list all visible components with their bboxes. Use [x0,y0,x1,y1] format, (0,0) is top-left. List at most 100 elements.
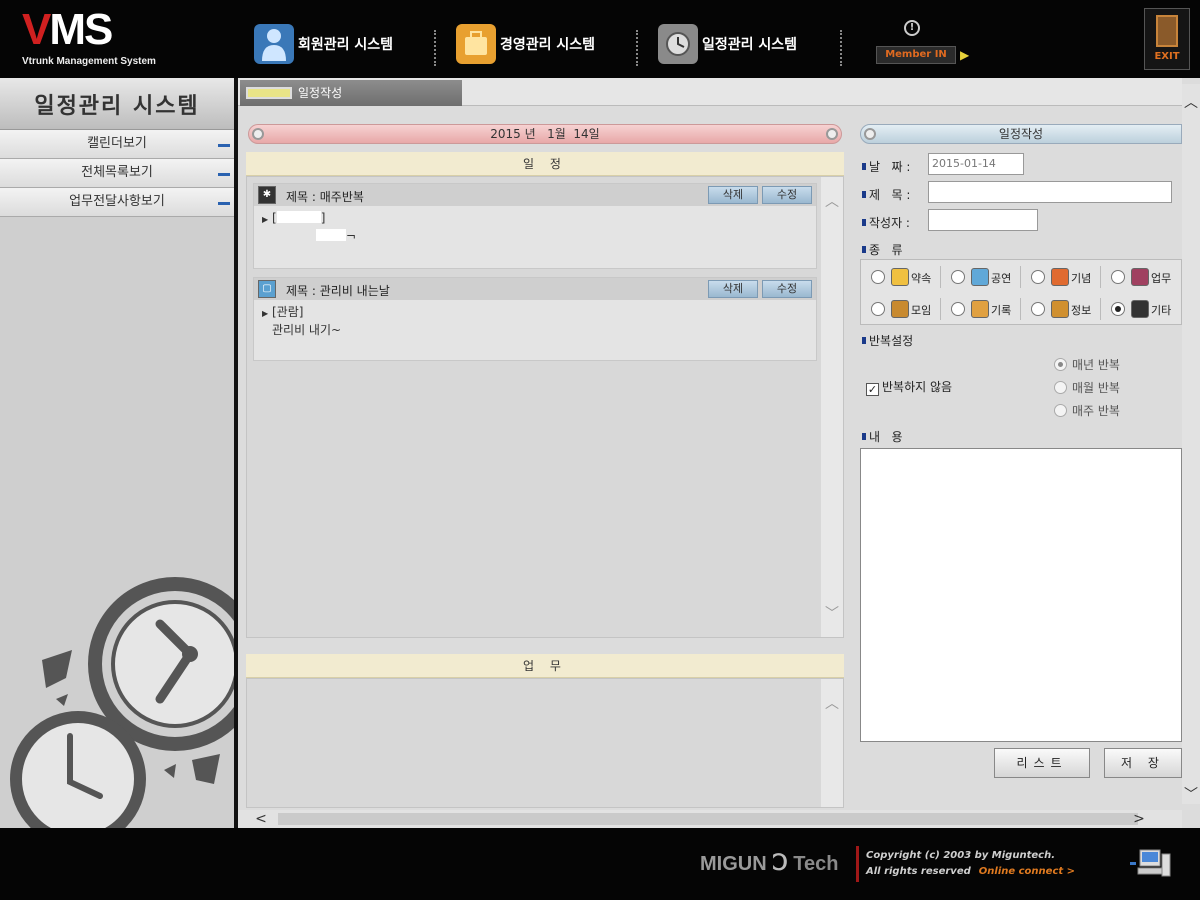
author-field[interactable] [928,209,1038,231]
dash-icon [218,144,230,147]
scroll-up-icon[interactable]: ︿ [821,191,843,211]
radio-button[interactable] [1031,270,1045,284]
schedule-scrollbar[interactable]: ︿ ﹀ [821,177,843,637]
scroll-down-icon[interactable]: ﹀ [1182,786,1200,804]
scrollbar-thumb[interactable] [278,813,1138,825]
bullet-square-icon [862,219,866,226]
radio-button[interactable] [871,270,885,284]
radio-button[interactable] [871,302,885,316]
tab-chip-icon [246,87,292,99]
work-list[interactable]: ︿ [246,678,844,808]
author-label-text: 작성자 : [869,216,910,230]
schedule-list[interactable]: ︿ ﹀ ✱ 제목 : 매주반복 삭제 수정 ▶[] ¬ ▢ 제목 : 관리비 내… [246,176,844,638]
kind-option-anniversary[interactable]: 기념 [1021,262,1101,292]
save-button[interactable]: 저 장 [1104,748,1182,778]
tab-label: 일정작성 [298,86,343,100]
sidebar-item-label: 캘린더보기 [87,136,147,151]
entry-content: 관리비 내기~ [272,323,342,337]
schedule-entry: ✱ 제목 : 매주반복 삭제 수정 ▶[] ¬ [253,183,817,269]
work-icon [1131,268,1149,286]
title-label: 제 목 : [862,186,910,203]
radio-button[interactable] [951,270,965,284]
computer-icon[interactable] [1128,848,1172,880]
main-horizontal-scrollbar[interactable]: < > [238,810,1182,828]
entry-body: ▶ [관람] 관리비 내기~ [254,300,816,344]
radio-button[interactable] [1054,404,1067,417]
edit-button[interactable]: 수정 [762,186,812,204]
radio-button[interactable] [1054,358,1067,371]
schedule-entry: ▢ 제목 : 관리비 내는날 삭제 수정 ▶ [관람] 관리비 내기~ [253,277,817,361]
scroll-right-icon[interactable]: > [1130,810,1148,828]
nav-business-management[interactable]: 경영관리 시스템 [456,22,595,66]
nav-member-management[interactable]: 회원관리 시스템 [254,22,393,66]
repeat-weekly-option[interactable]: 매주 반복 [1054,402,1120,419]
nav-schedule-management[interactable]: 일정관리 시스템 [658,22,797,66]
radio-button[interactable] [1111,302,1125,316]
kind-label: 기념 [1071,272,1092,285]
schedule-management-icon [658,24,698,64]
delete-button[interactable]: 삭제 [708,186,758,204]
scroll-down-icon[interactable]: ﹀ [821,603,843,623]
brand-tech: Tech [793,853,839,875]
kind-option-other[interactable]: 기타 [1101,294,1181,324]
repeat-monthly-option[interactable]: 매월 반복 [1054,379,1120,396]
kind-selector: 약속 공연 기념 업무 모임 기록 정보 기타 [860,259,1182,325]
author-label: 작성자 : [862,214,910,231]
logo-mark: VMS [22,5,113,54]
cap-icon [252,128,264,140]
entry-body: ▶[] ¬ [254,206,816,250]
no-repeat-checkbox[interactable]: ✓ 반복하지 않음 [866,378,952,396]
schedule-section-header: 일 정 [246,152,844,176]
exit-label: EXIT [1154,51,1180,62]
scroll-up-icon[interactable]: ︿ [821,693,843,713]
kind-option-performance[interactable]: 공연 [941,262,1021,292]
scroll-up-icon[interactable]: ︿ [1182,94,1200,112]
dash-icon [218,173,230,176]
delete-button[interactable]: 삭제 [708,280,758,298]
sidebar-item-label: 전체목록보기 [81,165,153,180]
sidebar-item-work-notices[interactable]: 업무전달사항보기 [0,188,234,217]
content-textarea[interactable] [860,448,1182,742]
online-connect-link[interactable]: Online connect > [979,866,1075,877]
sidebar-item-calendar[interactable]: 캘린더보기 [0,130,234,159]
edit-button[interactable]: 수정 [762,280,812,298]
cap-icon [864,128,876,140]
repeat-yearly-option[interactable]: 매년 반복 [1054,356,1120,373]
member-in: ! Member IN ▶ [872,20,972,68]
title-label-text: 제 목 : [869,188,911,202]
repeat-option-label: 매주 반복 [1072,404,1120,418]
entry-header: ✱ 제목 : 매주반복 삭제 수정 [254,184,816,206]
bullet-square-icon [862,246,866,253]
main-vertical-scrollbar[interactable]: ︿ ﹀ [1182,84,1200,804]
kind-option-info[interactable]: 정보 [1021,294,1101,324]
bullet-icon: ▶ [262,215,269,224]
list-button[interactable]: 리스트 [994,748,1090,778]
footer: MIGUN Ↄ Tech Copyright (c) 2003 by Migun… [0,828,1200,900]
info-icon [1051,300,1069,318]
kind-option-meeting[interactable]: 모임 [861,294,941,324]
radio-button[interactable] [1031,302,1045,316]
other-icon [1131,300,1149,318]
scroll-left-icon[interactable]: < [252,810,270,828]
kind-option-record[interactable]: 기록 [941,294,1021,324]
checkbox-check-icon[interactable]: ✓ [866,383,879,396]
vms-logo[interactable]: VMS Vtrunk Management System [22,6,222,70]
radio-button[interactable] [1054,381,1067,394]
title-field[interactable] [928,181,1172,203]
kind-option-work[interactable]: 업무 [1101,262,1181,292]
tab-write-schedule[interactable]: 일정작성 [240,80,462,106]
rights-text: All rights reserved [866,866,971,877]
main-content: 일정작성 2015 년 1월 14일 일 정 ︿ ﹀ ✱ 제목 : 매주반복 삭… [238,78,1200,828]
date-field[interactable]: 2015-01-14 [928,153,1024,175]
content-label: 내 용 [862,428,903,445]
entry-content: ¬ [346,229,357,243]
work-scrollbar[interactable]: ︿ [821,679,843,807]
nav-label: 경영관리 시스템 [500,37,596,53]
play-arrow-icon: ▶ [960,48,970,62]
exit-button[interactable]: EXIT [1144,8,1190,70]
member-in-button[interactable]: Member IN [876,46,956,64]
kind-option-appointment[interactable]: 약속 [861,262,941,292]
radio-button[interactable] [951,302,965,316]
sidebar-item-full-list[interactable]: 전체목록보기 [0,159,234,188]
radio-button[interactable] [1111,270,1125,284]
